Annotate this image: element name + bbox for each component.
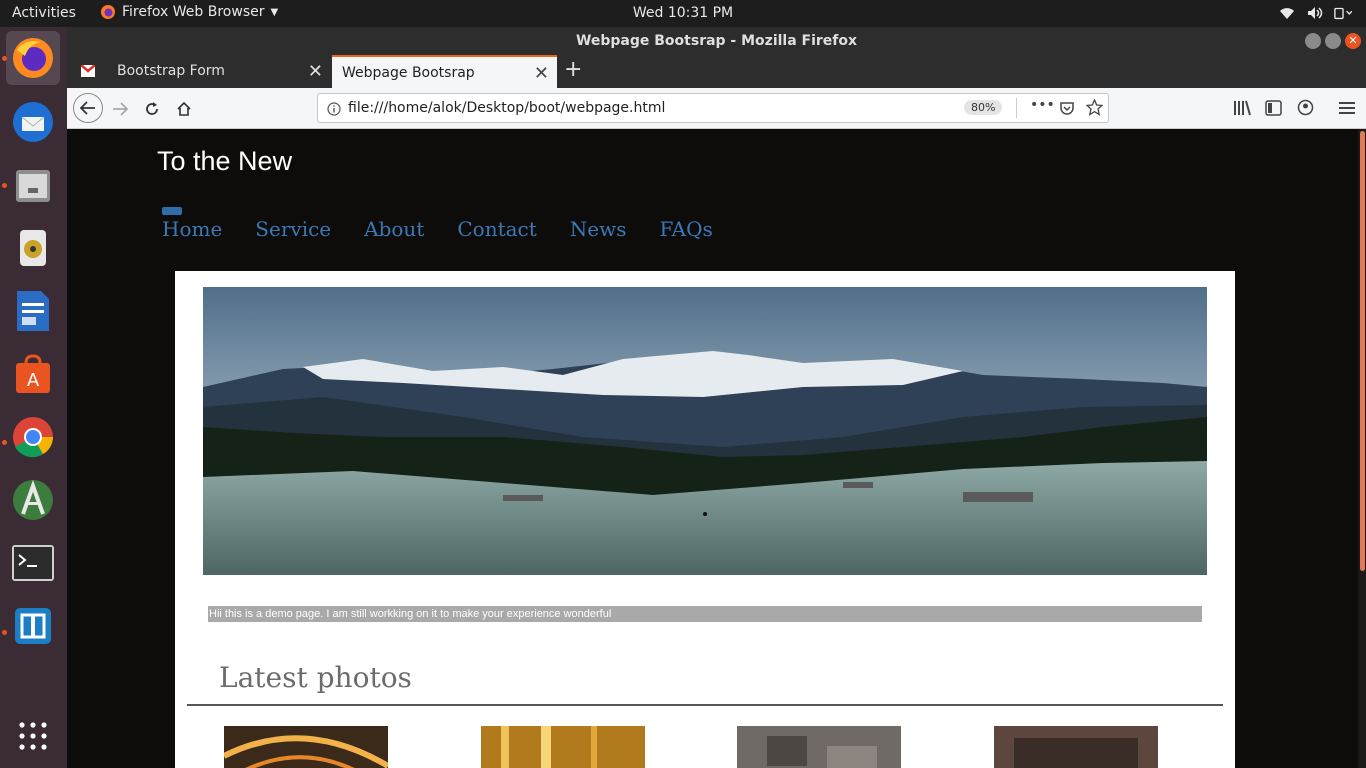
clock[interactable]: Wed 10:31 PM: [633, 5, 733, 21]
pocket-icon[interactable]: [1059, 100, 1075, 116]
photo-thumbnail[interactable]: [737, 726, 901, 768]
hamburger-menu-icon[interactable]: [1339, 101, 1355, 115]
system-tray[interactable]: [1278, 4, 1352, 22]
back-arrow-icon: [80, 101, 95, 115]
show-applications-button[interactable]: [6, 709, 60, 763]
running-indicator: [2, 630, 7, 635]
navbar-brand[interactable]: To the New: [157, 146, 292, 177]
gmail-icon: [81, 65, 95, 77]
reload-icon: [146, 102, 158, 115]
chrome-icon: [13, 417, 53, 458]
reload-button[interactable]: [139, 96, 165, 122]
dock: A: [0, 27, 67, 768]
back-button[interactable]: [73, 93, 103, 123]
dock-chrome[interactable]: [6, 410, 60, 464]
bookmark-star-icon[interactable]: [1086, 99, 1103, 116]
content-container: Hii this is a demo page. I am still work…: [175, 271, 1235, 768]
home-button[interactable]: [171, 96, 197, 122]
dock-firefox[interactable]: [6, 31, 60, 85]
section-heading-latest-photos: Latest photos: [219, 661, 412, 694]
home-icon: [177, 101, 191, 116]
photo-thumbnail[interactable]: [481, 726, 645, 768]
firefox-icon: [13, 38, 53, 78]
terminal-icon: [12, 545, 54, 581]
library-icon[interactable]: [1233, 100, 1251, 116]
close-tab-icon[interactable]: ✕: [534, 63, 549, 84]
dock-virtualbox[interactable]: [6, 599, 60, 653]
minimize-button[interactable]: [1305, 33, 1321, 49]
nav-link-faqs[interactable]: FAQs: [660, 217, 713, 241]
dock-ubuntu-software[interactable]: A: [6, 347, 60, 401]
system-menu-icon[interactable]: [1334, 4, 1352, 22]
activities-button[interactable]: Activities: [12, 5, 76, 21]
nav-link-home[interactable]: Home: [162, 217, 222, 241]
svg-text:A: A: [27, 370, 40, 391]
hero-image: [203, 287, 1207, 575]
tab-label: Webpage Bootsrap: [342, 65, 475, 81]
running-indicator: [2, 440, 7, 445]
top-bar: Activities Firefox Web Browser ▼ Wed 10:…: [0, 0, 1366, 27]
url-bar[interactable]: file:///home/alok/Desktop/boot/webpage.h…: [317, 93, 1109, 123]
grid-icon: [19, 722, 47, 750]
page-scrollbar[interactable]: [1358, 129, 1366, 768]
firefox-small-icon: [101, 5, 115, 19]
tab-webpage-bootsrap[interactable]: Webpage Bootsrap ✕: [332, 55, 557, 88]
sidebar-icon[interactable]: [1265, 100, 1282, 116]
running-indicator: [2, 183, 7, 188]
new-tab-button[interactable]: +: [564, 57, 582, 82]
nav-link-news[interactable]: News: [570, 217, 627, 241]
chevron-down-icon: ▼: [270, 6, 279, 18]
url-divider: [1016, 98, 1017, 118]
dock-libreoffice-writer[interactable]: [6, 284, 60, 338]
wifi-icon[interactable]: [1278, 4, 1296, 22]
firefox-window: Webpage Bootsrap - Mozilla Firefox ✕ Boo…: [67, 27, 1366, 768]
app-menu[interactable]: Firefox Web Browser ▼: [100, 4, 278, 20]
close-tab-icon[interactable]: ✕: [308, 61, 323, 82]
photo-thumbnail[interactable]: [994, 726, 1158, 768]
forward-arrow-icon: [113, 102, 128, 116]
thunderbird-icon: [13, 102, 53, 142]
dock-rhythmbox[interactable]: [6, 221, 60, 275]
nav-toolbar: file:///home/alok/Desktop/boot/webpage.h…: [67, 88, 1366, 129]
maximize-button[interactable]: [1325, 33, 1341, 49]
zoom-indicator[interactable]: 80%: [964, 100, 1003, 115]
section-divider: [187, 704, 1223, 706]
navbar-toggler-button[interactable]: [162, 207, 182, 215]
files-icon: [16, 170, 50, 202]
forward-button[interactable]: [107, 96, 133, 122]
tab-bar: Bootstrap Form ✕ Webpage Bootsrap ✕ +: [67, 55, 1366, 88]
rhythmbox-icon: [20, 230, 46, 266]
running-indicator: [2, 56, 7, 61]
info-icon[interactable]: [327, 102, 341, 116]
tab-label: Bootstrap Form: [117, 63, 225, 79]
scrollbar-thumb[interactable]: [1360, 131, 1365, 571]
nav-link-contact[interactable]: Contact: [457, 217, 536, 241]
notice-text: Hii this is a demo page. I am still work…: [208, 606, 1202, 622]
page-actions-icon[interactable]: •••: [1030, 97, 1055, 113]
dock-terminal[interactable]: [6, 536, 60, 590]
tab-bootstrap-form[interactable]: Bootstrap Form ✕: [75, 55, 331, 88]
account-icon[interactable]: [1297, 99, 1314, 116]
window-title: Webpage Bootsrap - Mozilla Firefox: [575, 33, 858, 49]
virtualbox-icon: [15, 608, 51, 644]
android-studio-icon: [13, 480, 53, 520]
web-page: To the New Home Service About Contact Ne…: [67, 129, 1366, 768]
title-bar[interactable]: Webpage Bootsrap - Mozilla Firefox ✕: [67, 27, 1366, 55]
app-menu-label: Firefox Web Browser: [122, 4, 265, 20]
main-nav: Home Service About Contact News FAQs: [162, 217, 713, 241]
photo-thumbnail[interactable]: [224, 726, 388, 768]
dock-android-studio[interactable]: [6, 473, 60, 527]
url-text[interactable]: file:///home/alok/Desktop/boot/webpage.h…: [348, 100, 665, 116]
writer-icon: [17, 291, 49, 331]
nav-link-about[interactable]: About: [364, 217, 424, 241]
close-window-button[interactable]: ✕: [1345, 33, 1361, 49]
dock-files[interactable]: [6, 158, 60, 212]
dock-thunderbird[interactable]: [6, 95, 60, 149]
software-icon: A: [16, 354, 50, 393]
nav-link-service[interactable]: Service: [255, 217, 331, 241]
volume-icon[interactable]: [1306, 4, 1324, 22]
